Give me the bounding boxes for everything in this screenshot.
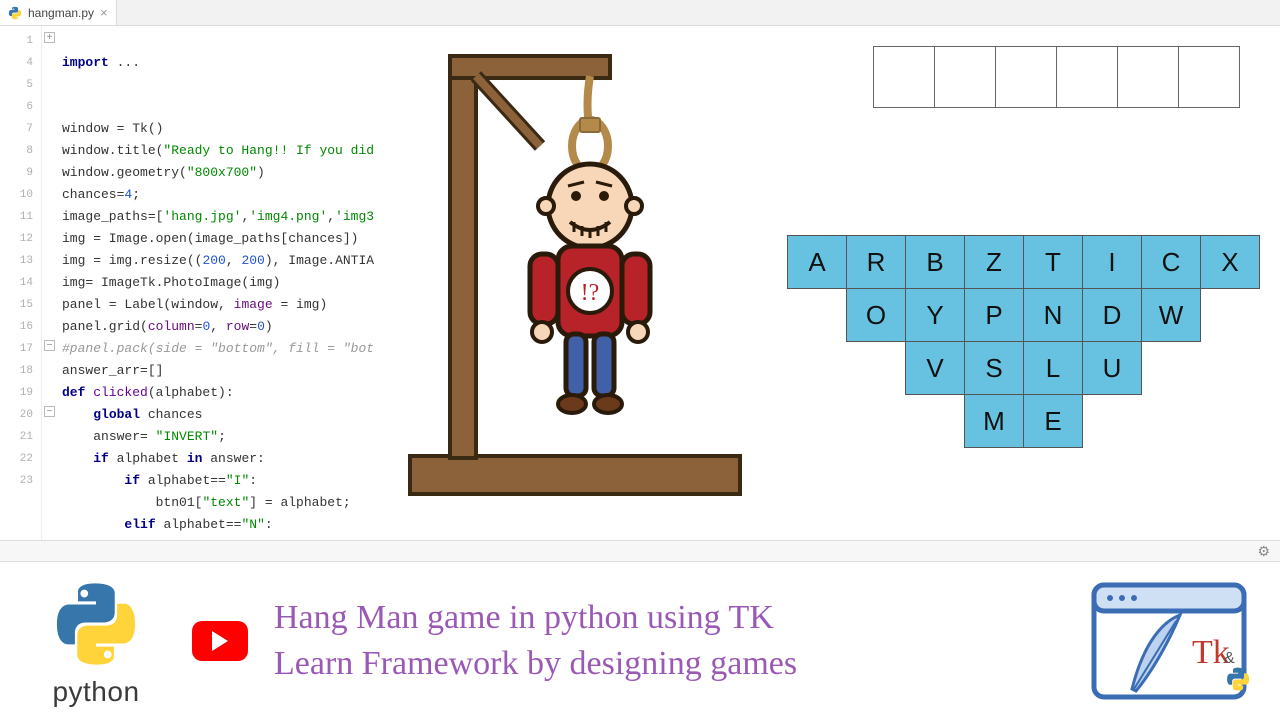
letter-button[interactable]: D <box>1082 288 1142 342</box>
letter-grid: A R B Z T I C X O Y P N D W V S L U M E <box>784 236 1264 448</box>
letter-button[interactable]: T <box>1023 235 1083 289</box>
letter-button[interactable]: I <box>1082 235 1142 289</box>
close-icon[interactable]: × <box>100 5 108 20</box>
tab-bar: hangman.py × <box>0 0 1280 26</box>
svg-text:!?: !? <box>581 280 600 306</box>
fold-column: + − − <box>42 26 58 540</box>
letter-button[interactable]: Z <box>964 235 1024 289</box>
svg-text:&: & <box>1224 650 1235 667</box>
python-wordmark: python <box>52 676 139 708</box>
letter-button[interactable]: C <box>1141 235 1201 289</box>
letter-button[interactable]: L <box>1023 341 1083 395</box>
answer-cell <box>873 46 935 108</box>
letter-button[interactable]: X <box>1200 235 1260 289</box>
answer-cell <box>1117 46 1179 108</box>
hangman-image: !? <box>380 36 770 516</box>
answer-cell <box>995 46 1057 108</box>
letter-button[interactable]: E <box>1023 394 1083 448</box>
letter-button[interactable]: S <box>964 341 1024 395</box>
letter-button[interactable]: A <box>787 235 847 289</box>
letter-button[interactable]: P <box>964 288 1024 342</box>
banner-title-line1: Hang Man game in python using TK <box>274 599 797 637</box>
fold-toggle-icon[interactable]: − <box>44 340 55 351</box>
letter-button[interactable]: V <box>905 341 965 395</box>
file-tab-hangman[interactable]: hangman.py × <box>0 0 117 25</box>
letter-button[interactable]: B <box>905 235 965 289</box>
tab-filename: hangman.py <box>28 6 94 20</box>
letter-button[interactable]: Y <box>905 288 965 342</box>
title-banner: python Hang Man game in python using TK … <box>0 562 1280 720</box>
youtube-icon[interactable] <box>192 621 248 661</box>
answer-cell <box>1056 46 1118 108</box>
answer-cell <box>1178 46 1240 108</box>
python-logo: python <box>26 574 166 708</box>
fold-toggle-icon[interactable]: + <box>44 32 55 43</box>
main-area: 145 678 91011 121314 151617 181920 21222… <box>0 26 1280 540</box>
line-gutter: 145 678 91011 121314 151617 181920 21222… <box>0 26 42 540</box>
letter-button[interactable]: U <box>1082 341 1142 395</box>
letter-button[interactable]: M <box>964 394 1024 448</box>
tkinter-logo: Tk & <box>1084 571 1254 711</box>
letter-button[interactable]: R <box>846 235 906 289</box>
bottom-toolbar: ⚙ <box>0 540 1280 562</box>
fold-toggle-icon[interactable]: − <box>44 406 55 417</box>
letter-button[interactable]: O <box>846 288 906 342</box>
gear-icon[interactable]: ⚙ <box>1257 543 1270 560</box>
answer-cell <box>934 46 996 108</box>
letter-button[interactable]: W <box>1141 288 1201 342</box>
letter-button[interactable]: N <box>1023 288 1083 342</box>
code-editor[interactable]: 145 678 91011 121314 151617 181920 21222… <box>0 26 440 540</box>
answer-row <box>874 46 1240 108</box>
banner-title-line2: Learn Framework by designing games <box>274 645 797 683</box>
python-file-icon <box>8 6 22 20</box>
banner-titles: Hang Man game in python using TK Learn F… <box>274 599 797 683</box>
